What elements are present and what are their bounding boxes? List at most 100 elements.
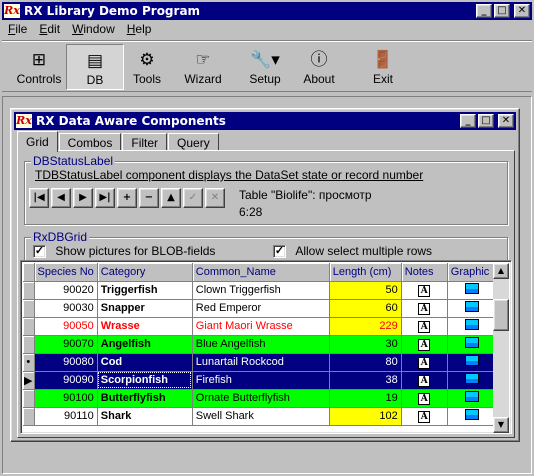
exit-button[interactable]: 🚪 Exit (354, 44, 412, 90)
main-titlebar[interactable]: Rx RX Library Demo Program _ □ ✕ (2, 2, 532, 20)
column-header[interactable]: Graphic (447, 263, 497, 282)
tab-grid[interactable]: Grid (17, 131, 58, 152)
rx-logo-icon[interactable]: Rx (16, 114, 32, 128)
category-cell[interactable]: Scorpionfish (97, 371, 193, 390)
notes-cell[interactable]: A (401, 389, 448, 408)
column-header[interactable]: Species No (34, 263, 98, 282)
notes-cell[interactable]: A (401, 407, 448, 426)
setup-button[interactable]: 🔧▾ Setup (236, 44, 294, 90)
common-name-cell[interactable]: Swell Shark (192, 407, 330, 426)
species-no-cell[interactable]: 90020 (34, 281, 98, 300)
length-cell[interactable]: 30 (329, 335, 402, 354)
length-cell[interactable]: 80 (329, 353, 402, 372)
column-header[interactable]: Category (97, 263, 193, 282)
menu-help[interactable]: Help (121, 22, 158, 36)
category-cell[interactable]: Shark (97, 407, 193, 426)
length-cell[interactable]: 60 (329, 299, 402, 318)
table-row[interactable]: ▶ 90090 Scorpionfish Firefish 38 A (23, 371, 497, 390)
wizard-button[interactable]: ☞ Wizard (174, 44, 232, 90)
child-maximize-button[interactable]: □ (478, 114, 494, 128)
child-titlebar[interactable]: Rx RX Data Aware Components _ □ ✕ (14, 112, 516, 130)
table-row[interactable]: 90110 Shark Swell Shark 102 A (23, 407, 497, 426)
common-name-cell[interactable]: Firefish (192, 371, 330, 390)
graphic-cell[interactable] (447, 389, 497, 408)
notes-cell[interactable]: A (401, 353, 448, 372)
table-row[interactable]: 90030 Snapper Red Emperor 60 A (23, 299, 497, 318)
length-cell[interactable]: 229 (329, 317, 402, 336)
column-header[interactable]: Common_Name (192, 263, 330, 282)
scroll-down-button[interactable]: ▼ (493, 417, 509, 433)
menu-file[interactable]: File (2, 22, 33, 36)
table-row[interactable]: • 90080 Cod Lunartail Rockcod 80 A (23, 353, 497, 372)
category-cell[interactable]: Wrasse (97, 317, 193, 336)
common-name-cell[interactable]: Clown Triggerfish (192, 281, 330, 300)
notes-cell[interactable]: A (401, 317, 448, 336)
column-header[interactable]: Notes (401, 263, 448, 282)
column-header[interactable]: Length (cm) (329, 263, 402, 282)
table-row[interactable]: 90070 Angelfish Blue Angelfish 30 A (23, 335, 497, 354)
species-no-cell[interactable]: 90030 (34, 299, 98, 318)
minimize-button[interactable]: _ (476, 4, 492, 18)
scroll-up-button[interactable]: ▲ (493, 263, 509, 279)
species-no-cell[interactable]: 90110 (34, 407, 98, 426)
common-name-cell[interactable]: Ornate Butterflyfish (192, 389, 330, 408)
table-row[interactable]: 90050 Wrasse Giant Maori Wrasse 229 A (23, 317, 497, 336)
show-pictures-checkbox[interactable]: ✓ Show pictures for BLOB-fields (33, 244, 215, 259)
db-button[interactable]: ▤ DB (66, 44, 124, 90)
menu-edit[interactable]: Edit (33, 22, 66, 36)
child-minimize-button[interactable]: _ (460, 114, 476, 128)
close-button[interactable]: ✕ (514, 4, 530, 18)
cancel-record-button[interactable]: ✕ (205, 188, 225, 208)
last-record-button[interactable]: ▶| (95, 188, 115, 208)
notes-cell[interactable]: A (401, 371, 448, 390)
category-cell[interactable]: Snapper (97, 299, 193, 318)
species-no-cell[interactable]: 90080 (34, 353, 98, 372)
category-cell[interactable]: Angelfish (97, 335, 193, 354)
maximize-button[interactable]: □ (494, 4, 510, 18)
tab-combos[interactable]: Combos (58, 133, 122, 151)
length-cell[interactable]: 38 (329, 371, 402, 390)
child-close-button[interactable]: ✕ (498, 114, 514, 128)
category-cell[interactable]: Butterflyfish (97, 389, 193, 408)
graphic-cell[interactable] (447, 371, 497, 390)
edit-record-button[interactable]: ▲ (161, 188, 181, 208)
controls-button[interactable]: ⊞ Controls (10, 44, 68, 90)
insert-record-button[interactable]: + (117, 188, 137, 208)
graphic-cell[interactable] (447, 335, 497, 354)
common-name-cell[interactable]: Lunartail Rockcod (192, 353, 330, 372)
common-name-cell[interactable]: Giant Maori Wrasse (192, 317, 330, 336)
species-no-cell[interactable]: 90100 (34, 389, 98, 408)
species-no-cell[interactable]: 90070 (34, 335, 98, 354)
prior-record-button[interactable]: ◀ (51, 188, 71, 208)
graphic-cell[interactable] (447, 299, 497, 318)
category-cell[interactable]: Triggerfish (97, 281, 193, 300)
species-no-cell[interactable]: 90090 (34, 371, 98, 390)
menu-window[interactable]: Window (66, 22, 121, 36)
tab-query[interactable]: Query (168, 133, 219, 151)
graphic-cell[interactable] (447, 353, 497, 372)
graphic-cell[interactable] (447, 407, 497, 426)
rx-logo-icon[interactable]: Rx (4, 4, 20, 18)
multi-select-checkmark[interactable]: ✓ (273, 245, 286, 259)
tab-filter[interactable]: Filter (122, 133, 168, 151)
grid-vertical-scrollbar[interactable]: ▲ ▼ (493, 263, 509, 433)
category-cell[interactable]: Cod (97, 353, 193, 372)
length-cell[interactable]: 50 (329, 281, 402, 300)
show-pictures-checkmark[interactable]: ✓ (33, 245, 46, 259)
species-no-cell[interactable]: 90050 (34, 317, 98, 336)
table-row[interactable]: 90020 Triggerfish Clown Triggerfish 50 A (23, 281, 497, 300)
delete-record-button[interactable]: − (139, 188, 159, 208)
rxdbgrid[interactable]: Species No Category Common_Name Length (cm)… (20, 260, 512, 434)
table-row[interactable]: 90100 Butterflyfish Ornate Butterflyfish 19… (23, 389, 497, 408)
about-button[interactable]: ⓘ About (290, 44, 348, 90)
common-name-cell[interactable]: Blue Angelfish (192, 335, 330, 354)
post-record-button[interactable]: ✓ (183, 188, 203, 208)
tools-button[interactable]: ⚙ Tools (118, 44, 176, 90)
scroll-thumb[interactable] (493, 299, 509, 331)
graphic-cell[interactable] (447, 317, 497, 336)
notes-cell[interactable]: A (401, 281, 448, 300)
length-cell[interactable]: 102 (329, 407, 402, 426)
graphic-cell[interactable] (447, 281, 497, 300)
multi-select-checkbox[interactable]: ✓ Allow select multiple rows (273, 244, 432, 259)
notes-cell[interactable]: A (401, 335, 448, 354)
